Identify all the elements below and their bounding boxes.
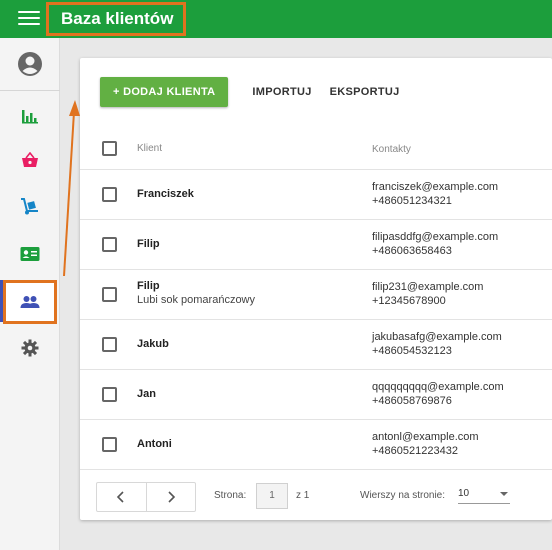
client-note: Lubi sok pomarańczowy bbox=[137, 294, 256, 306]
table-row[interactable]: Filip Lubi sok pomarańczowy filip231@exa… bbox=[80, 270, 552, 320]
top-app-bar: Baza klientów bbox=[0, 0, 552, 38]
account-icon[interactable] bbox=[0, 44, 60, 84]
column-header-client: Klient bbox=[137, 143, 163, 154]
client-phone: +486058769876 bbox=[372, 395, 452, 407]
client-name: Filip bbox=[137, 238, 160, 250]
page-label: Strona: bbox=[214, 490, 247, 501]
client-phone: +486063658463 bbox=[372, 245, 452, 257]
table-row[interactable]: Franciszek franciszek@example.com +48605… bbox=[80, 170, 552, 220]
add-client-button[interactable]: + DODAJ KLIENTA bbox=[100, 77, 229, 107]
row-checkbox[interactable] bbox=[102, 437, 117, 452]
client-name: Jakub bbox=[137, 338, 169, 350]
page-count-label: z 1 bbox=[296, 490, 310, 501]
client-email: filip231@example.com bbox=[372, 281, 484, 293]
clients-table: Klient Kontakty Franciszek franciszek@ex… bbox=[80, 128, 552, 470]
toolbar: + DODAJ KLIENTA IMPORTUJ EKSPORTUJ bbox=[100, 76, 400, 108]
hand-truck-icon[interactable] bbox=[0, 186, 60, 226]
table-row[interactable]: Jan qqqqqqqqq@example.com +486058769876 bbox=[80, 370, 552, 420]
contact-card-icon[interactable] bbox=[0, 234, 60, 274]
page-number-input[interactable]: 1 bbox=[256, 483, 288, 509]
table-header-row: Klient Kontakty bbox=[80, 128, 552, 170]
client-phone: +12345678900 bbox=[372, 295, 446, 307]
row-checkbox[interactable] bbox=[102, 337, 117, 352]
bar-chart-icon[interactable] bbox=[0, 96, 60, 136]
client-name: Jan bbox=[137, 388, 156, 400]
sidebar-divider bbox=[0, 90, 60, 91]
table-row[interactable]: Filip filipasddfg@example.com +486063658… bbox=[80, 220, 552, 270]
client-name: Filip bbox=[137, 280, 160, 292]
client-email: franciszek@example.com bbox=[372, 181, 499, 193]
row-checkbox[interactable] bbox=[102, 187, 117, 202]
chevron-left-icon[interactable] bbox=[97, 483, 146, 511]
client-email: filipasddfg@example.com bbox=[372, 231, 499, 243]
main-content: + DODAJ KLIENTA IMPORTUJ EKSPORTUJ Klien… bbox=[60, 38, 552, 550]
basket-icon[interactable] bbox=[0, 140, 60, 180]
row-checkbox[interactable] bbox=[102, 237, 117, 252]
rows-per-page-label: Wierszy na stronie: bbox=[360, 490, 446, 501]
clients-card: + DODAJ KLIENTA IMPORTUJ EKSPORTUJ Klien… bbox=[80, 58, 552, 520]
people-icon[interactable] bbox=[3, 280, 57, 324]
menu-icon[interactable] bbox=[18, 11, 40, 27]
client-phone: +486051234321 bbox=[372, 195, 452, 207]
chevron-right-icon[interactable] bbox=[145, 483, 195, 511]
table-row[interactable]: Antoni antonl@example.com +4860521223432 bbox=[80, 420, 552, 470]
client-email: jakubasafg@example.com bbox=[372, 331, 502, 343]
chevron-down-icon bbox=[500, 492, 508, 496]
client-name: Franciszek bbox=[137, 188, 194, 200]
column-header-contacts: Kontakty bbox=[372, 144, 411, 155]
gear-icon[interactable] bbox=[0, 328, 60, 368]
client-email: qqqqqqqqq@example.com bbox=[372, 381, 504, 393]
rows-per-page-value: 10 bbox=[458, 488, 470, 499]
export-button[interactable]: EKSPORTUJ bbox=[330, 86, 400, 98]
pagination-nav bbox=[96, 482, 196, 512]
client-phone: +4860521223432 bbox=[372, 445, 458, 457]
rows-per-page-select[interactable]: 10 bbox=[458, 488, 510, 504]
client-email: antonl@example.com bbox=[372, 431, 479, 443]
client-phone: +486054532123 bbox=[372, 345, 452, 357]
row-checkbox[interactable] bbox=[102, 287, 117, 302]
select-all-checkbox[interactable] bbox=[102, 141, 117, 156]
client-name: Antoni bbox=[137, 438, 172, 450]
row-checkbox[interactable] bbox=[102, 387, 117, 402]
page-title: Baza klientów bbox=[46, 2, 187, 36]
table-row[interactable]: Jakub jakubasafg@example.com +4860545321… bbox=[80, 320, 552, 370]
sidebar bbox=[0, 38, 60, 550]
pagination: Strona: 1 z 1 Wierszy na stronie: 10 bbox=[80, 466, 552, 520]
import-button[interactable]: IMPORTUJ bbox=[252, 86, 311, 98]
